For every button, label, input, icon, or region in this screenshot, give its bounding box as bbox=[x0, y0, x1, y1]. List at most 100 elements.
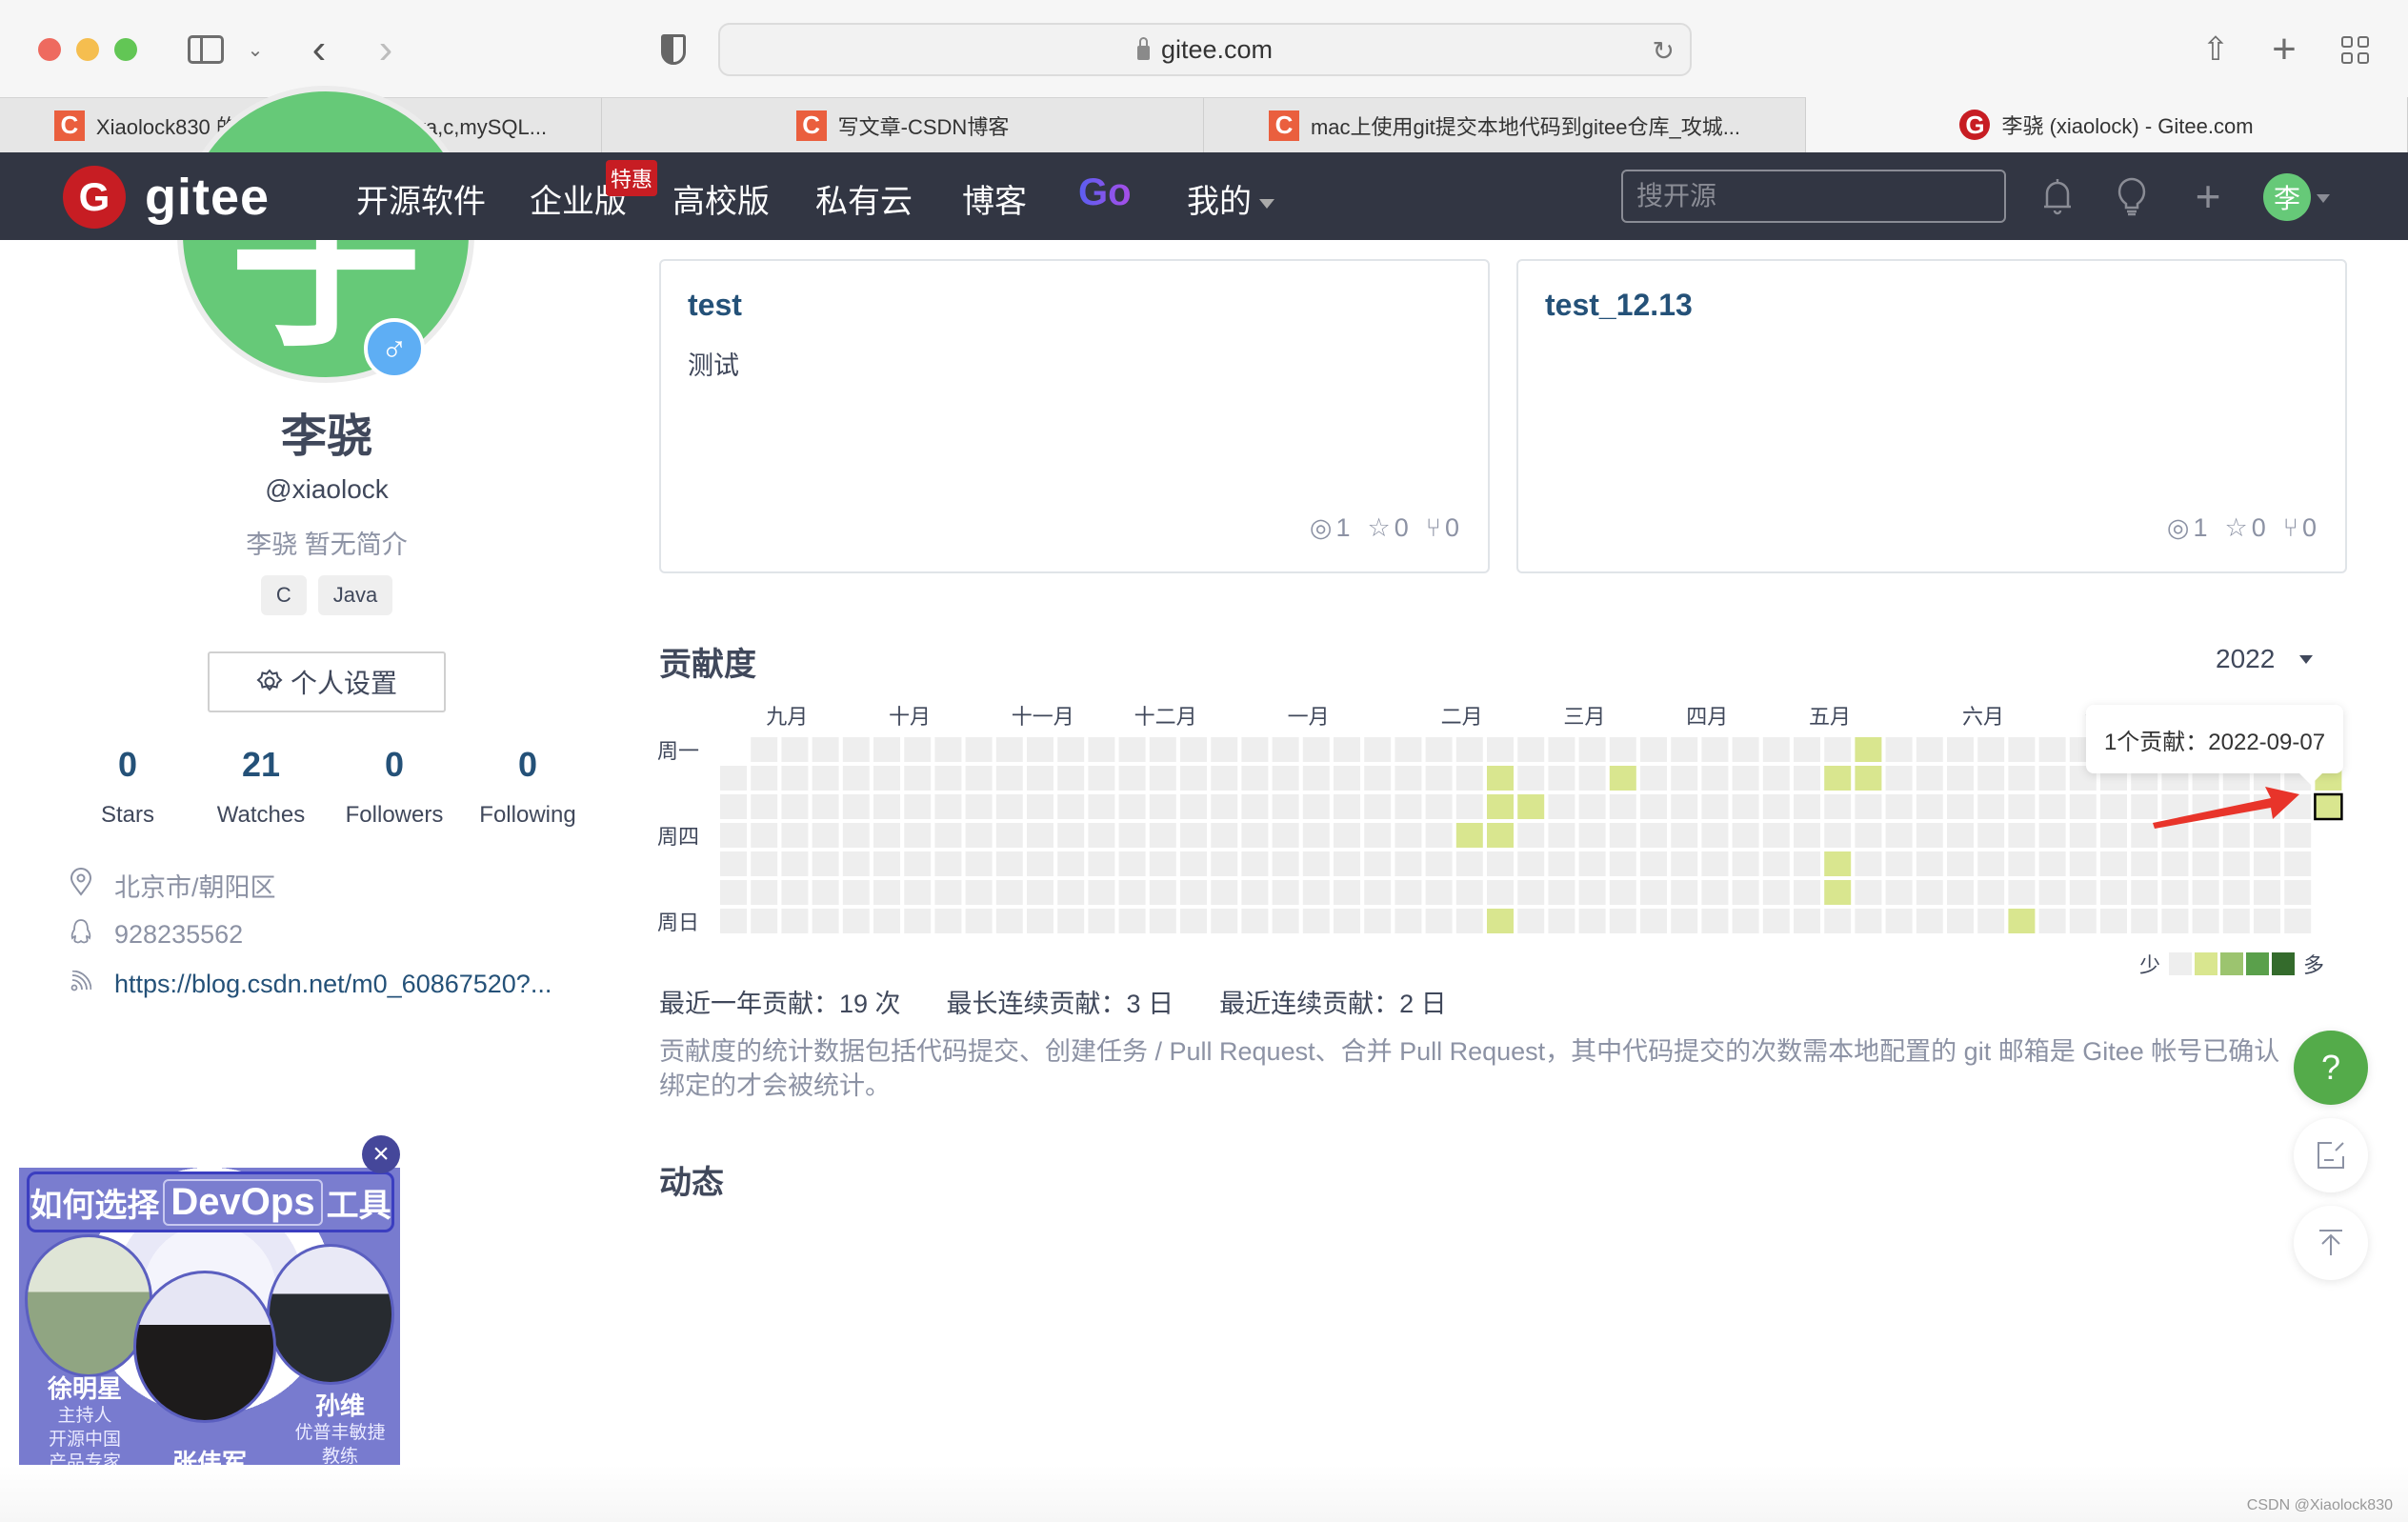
fork-count[interactable]: ⑂ 0 bbox=[1426, 513, 1459, 543]
heatmap-cell[interactable] bbox=[2192, 880, 2219, 905]
tab-overview-icon[interactable] bbox=[2338, 29, 2372, 70]
heatmap-cell[interactable] bbox=[1671, 823, 1698, 848]
personal-settings-button[interactable]: 个人设置 bbox=[208, 651, 446, 712]
heatmap-cell[interactable] bbox=[2222, 880, 2250, 905]
heatmap-cell[interactable] bbox=[1517, 851, 1545, 876]
heatmap-cell[interactable] bbox=[1272, 766, 1299, 791]
heatmap-cell[interactable] bbox=[995, 766, 1023, 791]
plus-icon[interactable]: + bbox=[2187, 171, 2229, 221]
nav-education[interactable]: 高校版 bbox=[672, 175, 770, 222]
heatmap-cell[interactable] bbox=[2161, 851, 2189, 876]
heatmap-cell[interactable] bbox=[1794, 766, 1820, 791]
heatmap-cell[interactable] bbox=[1302, 823, 1330, 848]
heatmap-cell[interactable] bbox=[842, 880, 870, 905]
heatmap-cell[interactable] bbox=[1885, 766, 1913, 791]
heatmap-cell[interactable] bbox=[2008, 737, 2036, 762]
heatmap-cell[interactable] bbox=[1885, 737, 1913, 762]
heatmap-cell[interactable] bbox=[904, 851, 932, 876]
repo-name[interactable]: test_12.13 bbox=[1545, 288, 1693, 323]
heatmap-cell[interactable] bbox=[1762, 823, 1790, 848]
address-bar[interactable]: gitee.com ↻ bbox=[718, 23, 1692, 76]
heatmap-cell[interactable] bbox=[1701, 794, 1729, 819]
heatmap-cell[interactable] bbox=[1395, 737, 1422, 762]
heatmap-cell[interactable] bbox=[1578, 909, 1606, 933]
heatmap-cell[interactable] bbox=[1149, 766, 1176, 791]
language-tag[interactable]: Java bbox=[317, 575, 393, 615]
heatmap-cell[interactable] bbox=[720, 766, 747, 791]
heatmap-cell[interactable] bbox=[812, 851, 839, 876]
heatmap-cell[interactable] bbox=[1180, 737, 1207, 762]
heatmap-cell[interactable] bbox=[751, 880, 778, 905]
heatmap-cell[interactable] bbox=[720, 823, 747, 848]
heatmap-cell[interactable] bbox=[1487, 880, 1514, 905]
heatmap-cell[interactable] bbox=[2192, 909, 2219, 933]
heatmap-cell[interactable] bbox=[2038, 794, 2066, 819]
heatmap-cell[interactable] bbox=[1057, 880, 1085, 905]
heatmap-cell[interactable] bbox=[965, 794, 993, 819]
nav-private-cloud[interactable]: 私有云 bbox=[815, 175, 913, 222]
heatmap-cell[interactable] bbox=[1517, 737, 1545, 762]
heatmap-cell[interactable] bbox=[1180, 909, 1207, 933]
heatmap-cell[interactable] bbox=[995, 737, 1023, 762]
heatmap-cell[interactable] bbox=[965, 766, 993, 791]
heatmap-cell[interactable] bbox=[1057, 909, 1085, 933]
stat-stars[interactable]: 0 Stars bbox=[61, 745, 194, 829]
heatmap-cell[interactable] bbox=[1211, 794, 1238, 819]
heatmap-cell[interactable] bbox=[1517, 823, 1545, 848]
heatmap-cell[interactable] bbox=[1517, 909, 1545, 933]
heatmap-cell[interactable] bbox=[1916, 823, 1943, 848]
heatmap-cell[interactable] bbox=[1211, 909, 1238, 933]
heatmap-cell[interactable] bbox=[1977, 794, 2005, 819]
heatmap-cell[interactable] bbox=[1548, 909, 1575, 933]
heatmap-cell[interactable] bbox=[995, 794, 1023, 819]
heatmap-cell[interactable] bbox=[1302, 851, 1330, 876]
heatmap-cell[interactable] bbox=[965, 851, 993, 876]
blog-link[interactable]: https://blog.csdn.net/m0_60867520?... bbox=[114, 970, 552, 999]
heatmap-cell[interactable] bbox=[1671, 880, 1698, 905]
heatmap-cell[interactable] bbox=[1487, 766, 1514, 791]
heatmap-cell[interactable] bbox=[2008, 909, 2036, 933]
heatmap-cell[interactable] bbox=[1027, 823, 1054, 848]
heatmap-cell[interactable] bbox=[1027, 766, 1054, 791]
heatmap-cell[interactable] bbox=[1364, 823, 1392, 848]
heatmap-cell[interactable] bbox=[1395, 766, 1422, 791]
heatmap-cell[interactable] bbox=[1272, 851, 1299, 876]
heatmap-cell[interactable] bbox=[1794, 794, 1820, 819]
heatmap-cell[interactable] bbox=[1671, 737, 1698, 762]
heatmap-cell[interactable] bbox=[1609, 823, 1636, 848]
heatmap-cell[interactable] bbox=[1211, 880, 1238, 905]
heatmap-cell[interactable] bbox=[2069, 851, 2097, 876]
heatmap-cell[interactable] bbox=[2161, 880, 2189, 905]
heatmap-cell[interactable] bbox=[1947, 794, 1974, 819]
heatmap-cell[interactable] bbox=[1149, 794, 1176, 819]
heatmap-cell[interactable] bbox=[1149, 737, 1176, 762]
heatmap-cell[interactable] bbox=[934, 766, 962, 791]
share-icon[interactable]: ⇧ bbox=[2198, 29, 2233, 70]
heatmap-cell[interactable] bbox=[1762, 909, 1790, 933]
heatmap-cell[interactable] bbox=[1057, 794, 1085, 819]
heatmap-cell[interactable] bbox=[2131, 880, 2158, 905]
nav-mine[interactable]: 我的 bbox=[1187, 175, 1274, 222]
heatmap-cell[interactable] bbox=[1548, 766, 1575, 791]
heatmap-cell[interactable] bbox=[1855, 766, 1882, 791]
heatmap-cell[interactable] bbox=[1395, 823, 1422, 848]
heatmap-cell[interactable] bbox=[1088, 737, 1115, 762]
heatmap-cell[interactable] bbox=[2038, 909, 2066, 933]
heatmap-cell[interactable] bbox=[1487, 823, 1514, 848]
heatmap-cell[interactable] bbox=[1916, 880, 1943, 905]
maximize-window-button[interactable] bbox=[114, 38, 137, 61]
heatmap-cell[interactable] bbox=[812, 766, 839, 791]
heatmap-cell[interactable] bbox=[1855, 909, 1882, 933]
privacy-shield-icon[interactable] bbox=[657, 29, 690, 70]
watch-count[interactable]: ◎ 1 bbox=[1310, 513, 1351, 543]
heatmap-cell[interactable] bbox=[1671, 794, 1698, 819]
heatmap-cell[interactable] bbox=[1947, 909, 1974, 933]
heatmap-cell[interactable] bbox=[1364, 909, 1392, 933]
heatmap-cell[interactable] bbox=[720, 880, 747, 905]
bell-icon[interactable] bbox=[2037, 173, 2078, 219]
heatmap-cell[interactable] bbox=[2284, 909, 2312, 933]
heatmap-cell[interactable] bbox=[781, 737, 809, 762]
heatmap-cell[interactable] bbox=[1027, 737, 1054, 762]
heatmap-cell[interactable] bbox=[1578, 794, 1606, 819]
heatmap-cell[interactable] bbox=[1057, 823, 1085, 848]
